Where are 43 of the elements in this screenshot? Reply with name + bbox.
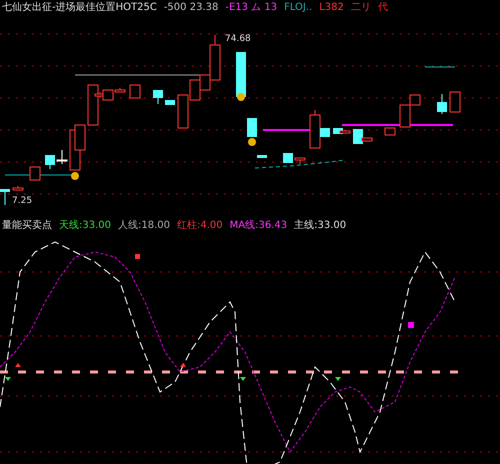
indicator-label: 代 bbox=[378, 1, 388, 14]
price-label: 74.68 bbox=[225, 34, 251, 44]
indicator-label: -E13 ム 13 bbox=[225, 1, 278, 14]
square-marker-icon bbox=[135, 254, 140, 259]
price-label: 7.25 bbox=[12, 196, 32, 206]
indicator-label: 七仙女出征-进场最佳位置HOT25C bbox=[2, 0, 157, 14]
signal-dot-icon bbox=[237, 93, 245, 101]
down-triangle-icon bbox=[5, 377, 11, 381]
indicator-label: L382 bbox=[319, 2, 344, 12]
up-triangle-icon bbox=[180, 363, 186, 367]
indicator-label: 量能买卖点 bbox=[2, 218, 52, 232]
candle bbox=[12, 186, 24, 190]
up-triangle-icon bbox=[15, 363, 21, 367]
level-line bbox=[263, 129, 312, 131]
indicator-label: MA线:36.43 bbox=[230, 218, 288, 232]
candle bbox=[0, 189, 10, 206]
candle bbox=[30, 166, 40, 180]
indicator-label: 红柱:4.00 bbox=[177, 218, 223, 232]
indicator-label: 人线:18.00 bbox=[118, 218, 170, 232]
indicator-label: 主线:33.00 bbox=[294, 218, 346, 232]
indicator-label: 二リ bbox=[350, 1, 371, 14]
candle bbox=[45, 154, 55, 170]
candle bbox=[130, 84, 140, 98]
candle bbox=[153, 90, 163, 104]
down-triangle-icon bbox=[335, 377, 341, 381]
signal-dot-icon bbox=[71, 172, 79, 180]
indicator-label: -500 23.38 bbox=[164, 2, 218, 12]
candle bbox=[437, 94, 447, 114]
indicator-label: FLOJ.. bbox=[284, 2, 312, 12]
candle bbox=[165, 100, 175, 106]
down-triangle-icon bbox=[240, 377, 246, 381]
signal-dot-icon bbox=[248, 138, 256, 146]
candle bbox=[257, 154, 267, 158]
candle bbox=[384, 128, 396, 136]
level-line bbox=[424, 66, 456, 68]
indicator-label: 天线:33.00 bbox=[59, 218, 111, 232]
candle bbox=[450, 92, 460, 112]
candle bbox=[236, 52, 246, 98]
candle bbox=[56, 150, 68, 164]
candle bbox=[294, 158, 306, 164]
square-marker-icon bbox=[408, 322, 414, 328]
candle bbox=[247, 118, 257, 138]
candle bbox=[283, 152, 293, 164]
